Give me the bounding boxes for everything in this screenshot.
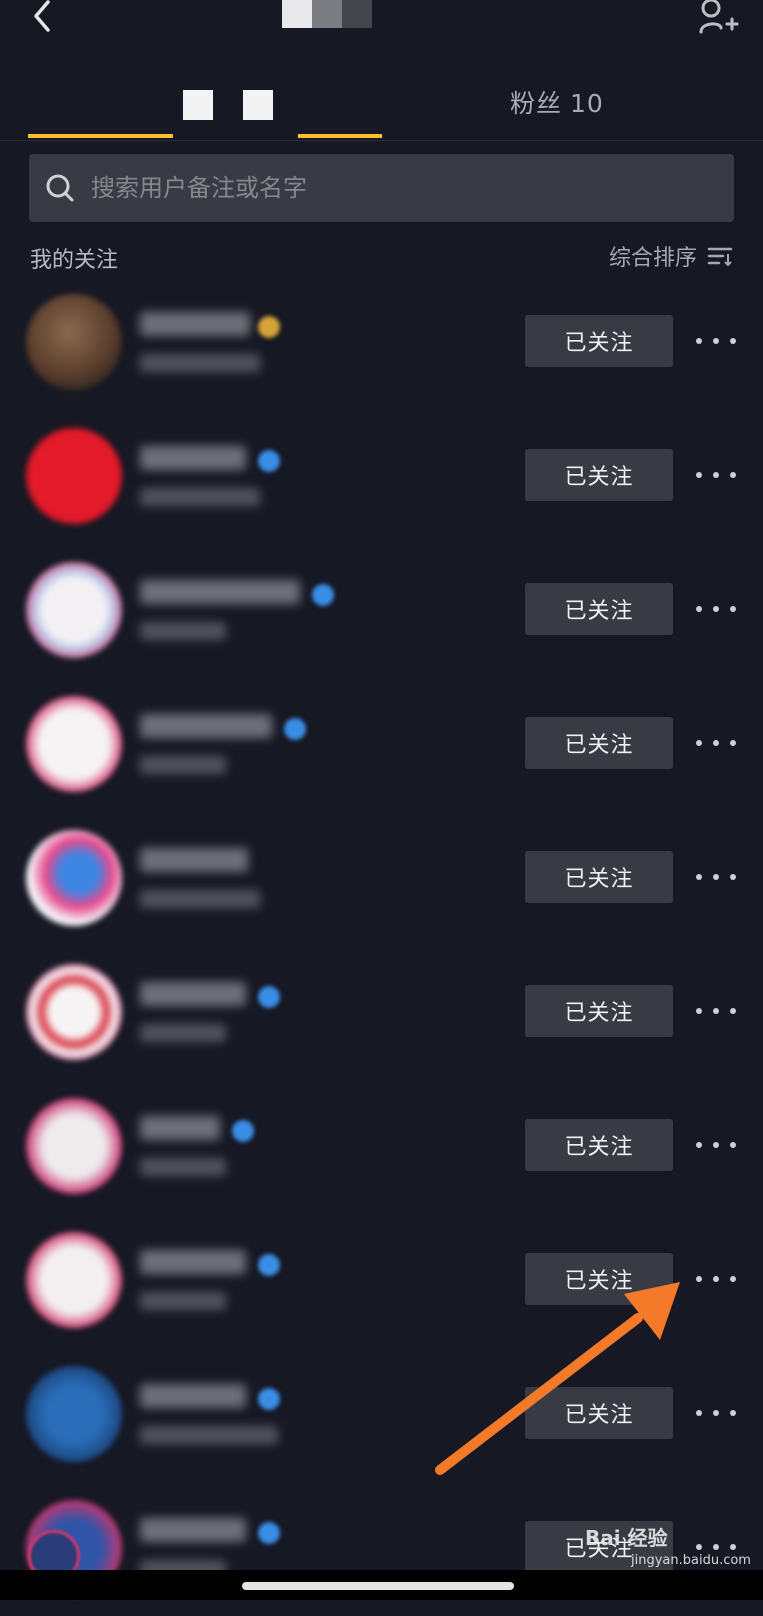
subtitle-redacted <box>140 1158 226 1176</box>
tab-fans-label: 粉丝 <box>510 89 563 118</box>
subtitle-redacted <box>140 1024 226 1042</box>
list-item[interactable]: 已关注 <box>0 1214 763 1348</box>
verified-badge-icon <box>258 1388 280 1410</box>
username-redacted <box>140 982 246 1006</box>
avatar[interactable] <box>26 1232 122 1328</box>
list-item[interactable]: 已关注 <box>0 410 763 544</box>
list-item[interactable]: 已关注 <box>0 678 763 812</box>
tab-following[interactable] <box>28 70 382 140</box>
followed-button[interactable]: 已关注 <box>525 1387 673 1439</box>
followed-button[interactable]: 已关注 <box>525 1253 673 1305</box>
username-redacted <box>140 580 300 604</box>
username-redacted <box>140 446 246 470</box>
subtitle-redacted <box>140 488 260 506</box>
back-icon <box>34 0 50 32</box>
subtitle-redacted <box>140 1292 226 1310</box>
more-icon[interactable] <box>696 326 736 356</box>
tab-bar: 粉丝 10 <box>0 70 763 141</box>
tab-indicator <box>298 134 382 138</box>
home-indicator[interactable] <box>242 1582 514 1590</box>
list-item[interactable]: 已关注 <box>0 276 763 410</box>
list-item[interactable]: 已关注 <box>0 1348 763 1482</box>
more-icon[interactable] <box>696 862 736 892</box>
avatar[interactable] <box>26 428 122 524</box>
sort-icon <box>707 247 733 267</box>
username-redacted <box>140 1250 246 1274</box>
username-redacted <box>140 312 250 336</box>
avatar[interactable] <box>26 1366 122 1462</box>
verified-badge-icon <box>232 1120 254 1142</box>
add-friend-button[interactable] <box>697 0 739 36</box>
subtitle-redacted <box>140 890 260 908</box>
verified-badge-icon <box>258 316 280 338</box>
followed-button[interactable]: 已关注 <box>525 851 673 903</box>
add-friend-icon <box>699 0 739 34</box>
verified-badge-icon <box>312 584 334 606</box>
followed-button[interactable]: 已关注 <box>525 717 673 769</box>
subtitle-redacted <box>140 622 226 640</box>
more-icon[interactable] <box>696 1264 736 1294</box>
watermark-url: jingyan.baidu.com <box>631 1553 751 1568</box>
verified-badge-icon <box>258 986 280 1008</box>
username-redacted <box>140 1116 220 1140</box>
avatar[interactable] <box>26 1098 122 1194</box>
followed-button[interactable]: 已关注 <box>525 1119 673 1171</box>
verified-badge-icon <box>284 718 306 740</box>
avatar[interactable] <box>26 562 122 658</box>
followed-button[interactable]: 已关注 <box>525 583 673 635</box>
more-icon[interactable] <box>696 1398 736 1428</box>
more-icon[interactable] <box>696 728 736 758</box>
section-title: 我的关注 <box>30 248 119 273</box>
tab-following-label-redacted <box>183 90 273 120</box>
subtitle-redacted <box>140 1426 278 1444</box>
search-input[interactable] <box>89 173 693 203</box>
avatar[interactable] <box>26 964 122 1060</box>
more-icon[interactable] <box>696 460 736 490</box>
username-redacted <box>140 848 248 872</box>
verified-badge-icon <box>258 450 280 472</box>
sort-label: 综合排序 <box>608 246 697 271</box>
search-icon <box>46 174 74 202</box>
watermark: Bai 经验 jingyan.baidu.com <box>585 1522 751 1568</box>
watermark-brand: Bai 经验 <box>585 1526 668 1550</box>
top-bar <box>0 0 763 40</box>
sort-button[interactable]: 综合排序 <box>609 240 733 272</box>
tab-indicator <box>28 134 173 138</box>
followed-button[interactable]: 已关注 <box>525 449 673 501</box>
page-title-redacted <box>282 0 372 28</box>
followed-button[interactable]: 已关注 <box>525 985 673 1037</box>
list-item[interactable]: 已关注 <box>0 544 763 678</box>
list-item[interactable]: 已关注 <box>0 812 763 946</box>
subtitle-redacted <box>140 354 260 372</box>
more-icon[interactable] <box>696 594 736 624</box>
verified-badge-icon <box>258 1522 280 1544</box>
subtitle-redacted <box>140 756 226 774</box>
username-redacted <box>140 714 272 738</box>
avatar[interactable] <box>26 830 122 926</box>
list-item[interactable]: 已关注 <box>0 1080 763 1214</box>
more-icon[interactable] <box>696 996 736 1026</box>
avatar[interactable] <box>26 294 122 390</box>
back-button[interactable] <box>26 0 62 36</box>
username-redacted <box>140 1518 246 1542</box>
verified-badge-icon <box>258 1254 280 1276</box>
list-item[interactable]: 已关注 <box>0 946 763 1080</box>
followed-button[interactable]: 已关注 <box>525 315 673 367</box>
following-list: 已关注 已关注 已关注 已关注 已关注 已关注 已关注 已关注 已关注 已关注 <box>0 276 763 1616</box>
avatar[interactable] <box>26 696 122 792</box>
tab-fans-count: 10 <box>570 89 604 118</box>
tab-fans[interactable]: 粉丝 10 <box>510 84 604 120</box>
search-bar[interactable] <box>29 154 734 222</box>
username-redacted <box>140 1384 246 1408</box>
more-icon[interactable] <box>696 1130 736 1160</box>
